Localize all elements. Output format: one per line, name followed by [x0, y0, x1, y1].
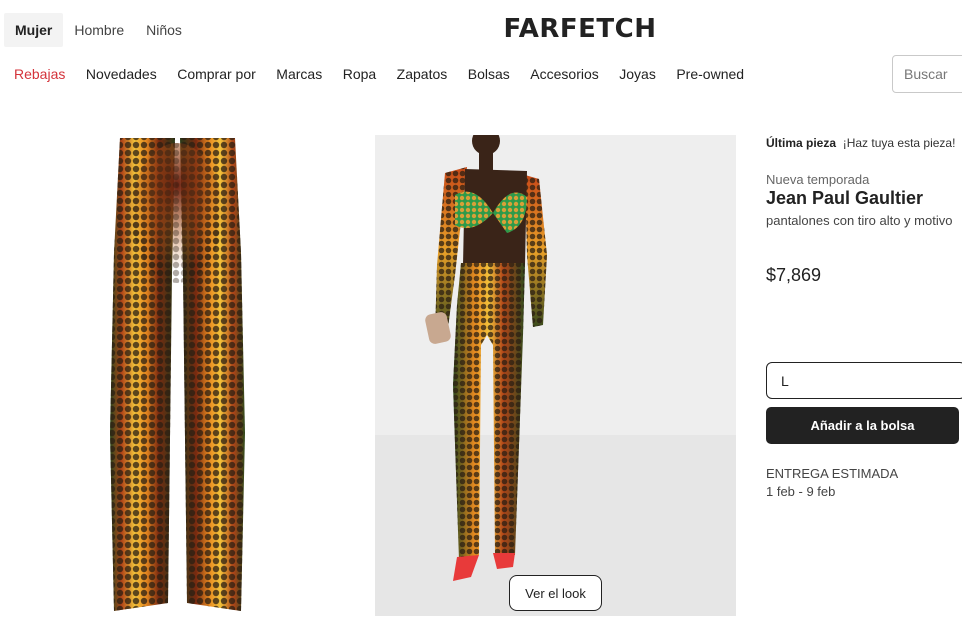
brand-name[interactable]: Jean Paul Gaultier — [766, 188, 923, 209]
last-piece-label: Última pieza — [766, 136, 837, 150]
product-price: $7,869 — [766, 265, 822, 285]
nav-item-ropa[interactable]: Ropa — [343, 66, 376, 82]
model-photo — [375, 135, 736, 616]
nav-item-comprar-por[interactable]: Comprar por — [177, 66, 256, 82]
last-piece-badge: Última pieza ¡Haz tuya esta pieza! — [766, 136, 955, 150]
last-piece-text: ¡Haz tuya esta pieza! — [842, 136, 956, 150]
view-look-button[interactable]: Ver el look — [509, 575, 602, 611]
nav-item-joyas[interactable]: Joyas — [619, 66, 656, 82]
nav-item-accesorios[interactable]: Accesorios — [530, 66, 598, 82]
add-to-bag-button[interactable]: Añadir a la bolsa — [766, 407, 959, 444]
main-nav: Rebajas Novedades Comprar por Marcas Rop… — [14, 66, 765, 82]
product-image-model[interactable] — [375, 135, 736, 616]
nav-item-zapatos[interactable]: Zapatos — [397, 66, 448, 82]
nav-item-marcas[interactable]: Marcas — [276, 66, 322, 82]
nav-item-pre-owned[interactable]: Pre-owned — [676, 66, 744, 82]
nav-item-novedades[interactable]: Novedades — [86, 66, 157, 82]
product-image-main[interactable] — [100, 133, 255, 615]
search-input[interactable] — [892, 55, 962, 93]
nav-item-bolsas[interactable]: Bolsas — [468, 66, 510, 82]
size-select[interactable]: L — [766, 362, 962, 399]
logo[interactable]: FARFETCH — [0, 14, 962, 44]
season-label: Nueva temporada — [766, 172, 870, 187]
product-description: pantalones con tiro alto y motivo — [766, 213, 953, 228]
delivery-label: ENTREGA ESTIMADA — [766, 466, 899, 481]
delivery-dates: 1 feb - 9 feb — [766, 484, 836, 499]
logo-text[interactable]: FARFETCH — [503, 14, 656, 44]
nav-item-rebajas[interactable]: Rebajas — [14, 66, 65, 82]
